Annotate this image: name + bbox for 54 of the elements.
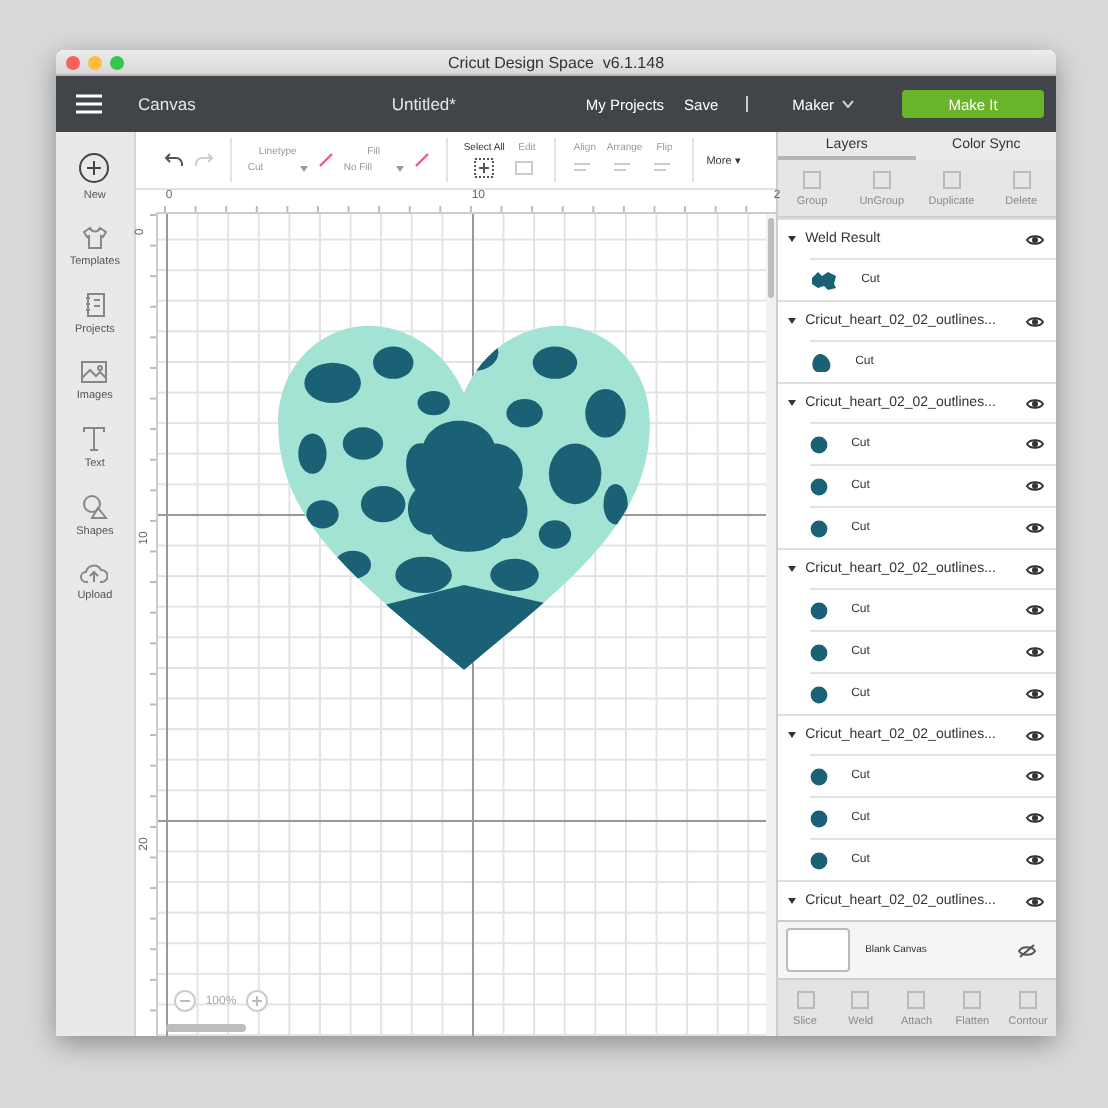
layer-thumbnail [809, 851, 828, 869]
layer-thumbnail [809, 352, 832, 372]
caret-icon[interactable] [787, 898, 796, 904]
t-shirt-icon [81, 226, 108, 250]
eye-icon[interactable] [1026, 233, 1044, 245]
eye-icon[interactable] [1026, 397, 1044, 409]
document-title: Untitled* [391, 94, 458, 114]
cloud-upload-icon [80, 562, 109, 584]
caret-icon[interactable] [787, 318, 796, 324]
select-all-icon[interactable] [474, 158, 495, 178]
eye-icon[interactable] [1026, 812, 1044, 824]
layer-thumbnail [809, 435, 828, 453]
window-title: Cricut Design Space v6.1.148 [447, 53, 665, 71]
color-swatch-icon[interactable] [413, 152, 430, 168]
eye-icon[interactable] [1026, 770, 1044, 782]
shapes-icon [81, 494, 108, 520]
text-icon [82, 426, 107, 452]
canvas-thumbnail [785, 928, 850, 972]
layer-thumbnail [809, 809, 828, 827]
eye-icon[interactable] [1026, 729, 1044, 741]
layer-thumbnail [809, 519, 828, 537]
color-swatch-icon[interactable] [317, 152, 334, 168]
eye-icon[interactable] [1026, 315, 1044, 327]
eye-icon[interactable] [1026, 854, 1044, 866]
layer-thumbnail [809, 601, 828, 619]
add-icon [78, 152, 111, 184]
caret-icon[interactable] [787, 732, 796, 738]
caret-icon[interactable] [787, 236, 796, 242]
minus-icon [179, 1000, 190, 1002]
eye-icon[interactable] [1026, 480, 1044, 492]
caret-icon[interactable] [787, 400, 796, 406]
image-icon [80, 360, 109, 384]
undo-icon[interactable] [163, 152, 184, 168]
eye-icon[interactable] [1026, 646, 1044, 658]
chevron-down-icon [842, 100, 854, 108]
eye-off-icon[interactable] [1018, 943, 1036, 957]
section-title: Canvas [138, 94, 196, 114]
layer-thumbnail [809, 270, 838, 290]
eye-icon[interactable] [1026, 563, 1044, 575]
horizontal-scrollbar[interactable] [165, 1024, 246, 1032]
vertical-scrollbar[interactable] [767, 218, 774, 298]
notebook-icon [83, 292, 106, 318]
layer-thumbnail [809, 643, 828, 661]
layer-thumbnail [809, 685, 828, 703]
plus-icon [252, 996, 263, 1006]
eye-icon[interactable] [1026, 522, 1044, 534]
layer-thumbnail [809, 767, 828, 785]
eye-icon[interactable] [1026, 688, 1044, 700]
eye-icon[interactable] [1026, 438, 1044, 450]
layer-thumbnail [809, 477, 828, 495]
eye-icon[interactable] [1026, 604, 1044, 616]
eye-icon[interactable] [1026, 895, 1044, 907]
menu-icon[interactable] [76, 94, 102, 114]
caret-icon[interactable] [787, 566, 796, 572]
